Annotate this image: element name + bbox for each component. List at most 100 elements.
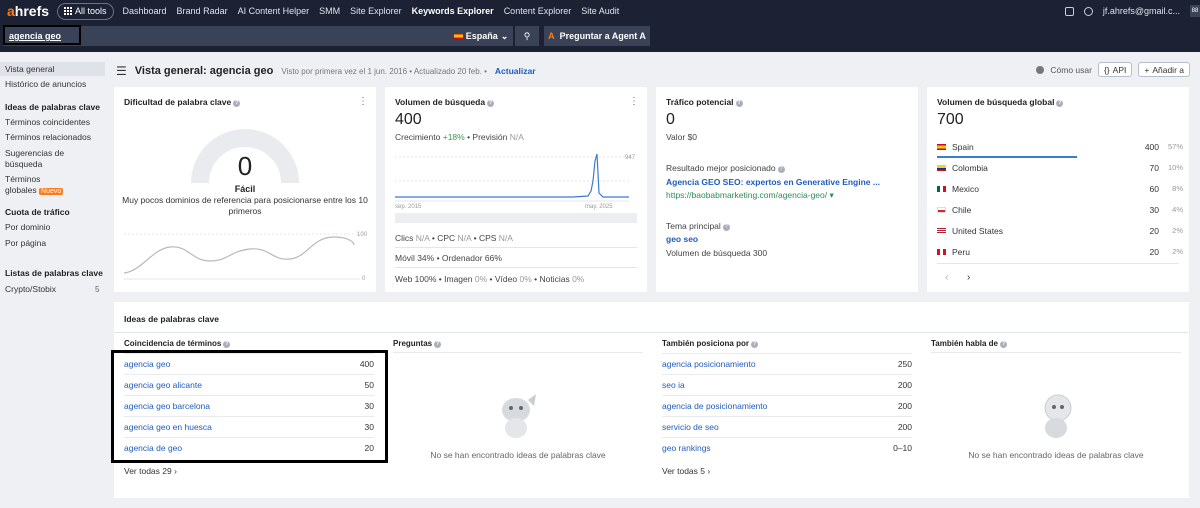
sidebar-item-sugerencias[interactable]: Sugerencias de búsqueda [5, 148, 80, 170]
keyword-link[interactable]: agencia de posicionamiento [662, 401, 767, 411]
clicks-value: N/A [415, 233, 430, 243]
notification-badge[interactable]: 88 [1190, 5, 1200, 17]
sidebar-item-por-pagina[interactable]: Por página [5, 238, 46, 249]
colombia-flag-icon [937, 164, 946, 171]
ahrefs-logo[interactable]: ahrefs [7, 3, 53, 19]
sidebar-item-terminos-relacionados[interactable]: Términos relacionados [5, 132, 91, 143]
sidebar-item-terminos-coincidentes[interactable]: Términos coincidentes [5, 117, 90, 128]
nav-site-audit[interactable]: Site Audit [581, 6, 619, 16]
keyword-link[interactable]: seo ia [662, 380, 685, 390]
update-link[interactable]: Actualizar [495, 66, 536, 76]
ask-agent-button[interactable]: A Preguntar a Agent A [544, 26, 650, 46]
country-volume: 400 [1144, 141, 1159, 152]
country-percent: 4% [1172, 205, 1183, 214]
country-volume: 70 [1149, 162, 1159, 173]
country-row-us[interactable]: United States 20 2% [937, 220, 1183, 241]
keyword-row[interactable]: agencia posicionamiento 250 [662, 353, 912, 374]
country-row-colombia[interactable]: Colombia 70 10% [937, 157, 1183, 178]
device-row: Móvil 34% • Ordenador 66% [395, 253, 502, 263]
also-rank-title-text: También posiciona por [662, 339, 749, 348]
country-row-spain[interactable]: Spain 400 57% [937, 136, 1183, 157]
sidebar-item-vista-general[interactable]: Vista general [5, 64, 54, 75]
divider [937, 263, 1179, 264]
help-icon[interactable]: ? [735, 100, 743, 107]
video-share: 0% [519, 274, 532, 284]
caret-down-icon[interactable]: ▾ [830, 190, 834, 200]
nav-content-explorer[interactable]: Content Explorer [504, 6, 572, 16]
menu-icon[interactable]: ☰ [116, 64, 127, 78]
all-tools-button[interactable]: All tools [57, 2, 114, 20]
chevron-right-icon: › [174, 466, 177, 476]
also-rank-title[interactable]: También posiciona por? [662, 339, 758, 348]
more-options-icon[interactable]: ⋮ [358, 96, 368, 107]
keyword-row[interactable]: seo ia 200 [662, 374, 912, 395]
video-label: Vídeo [494, 274, 518, 284]
questions-title[interactable]: Preguntas? [393, 339, 442, 348]
all-tools-label: All tools [75, 6, 107, 16]
country-volume: 20 [1149, 225, 1159, 236]
help-circle-icon [1036, 65, 1045, 74]
help-icon[interactable]: ? [777, 166, 785, 173]
nav-site-explorer[interactable]: Site Explorer [350, 6, 402, 16]
sidebar-item-por-dominio[interactable]: Por dominio [5, 222, 50, 233]
api-button[interactable]: {} API [1097, 62, 1133, 77]
help-icon[interactable] [1083, 6, 1093, 16]
matching-terms-title-text: Coincidencia de términos [124, 339, 222, 348]
help-icon[interactable]: ? [487, 100, 495, 107]
add-to-button[interactable]: + Añadir a [1138, 62, 1190, 77]
more-options-icon[interactable]: ⋮ [629, 96, 639, 107]
matching-terms-title[interactable]: Coincidencia de términos? [124, 339, 231, 348]
nav-smm[interactable]: SMM [319, 6, 340, 16]
keyword-row[interactable]: geo rankings 0–10 [662, 437, 912, 458]
topic-link[interactable]: geo seo [666, 234, 698, 244]
country-row-mexico[interactable]: Mexico 60 8% [937, 178, 1183, 199]
kd-description: Muy pocos dominios de referencia para po… [122, 195, 368, 216]
image-label: Imagen [444, 274, 473, 284]
keyword-link[interactable]: servicio de seo [662, 422, 719, 432]
sidebar-item-historico-anuncios[interactable]: Histórico de anuncios [5, 79, 86, 90]
keyword-link[interactable]: agencia posicionamiento [662, 359, 756, 369]
timeline-scrollbar[interactable] [395, 213, 637, 223]
questions-title-text: Preguntas [393, 339, 433, 348]
help-icon[interactable]: ? [1056, 100, 1064, 107]
keyword-row[interactable]: agencia de posicionamiento 200 [662, 395, 912, 416]
sidebar-item-crypto-stobix[interactable]: Crypto/Stobix [5, 284, 56, 295]
nav-ai-content-helper[interactable]: AI Content Helper [238, 6, 310, 16]
chevron-right-icon: › [707, 466, 711, 476]
keyword-link[interactable]: geo rankings [662, 443, 711, 453]
help-icon[interactable]: ? [223, 341, 231, 348]
nav-brand-radar[interactable]: Brand Radar [177, 6, 228, 16]
divider [114, 332, 1189, 333]
news-share: 0% [572, 274, 585, 284]
search-button[interactable]: ⚲ [515, 26, 539, 46]
help-icon[interactable]: ? [750, 341, 758, 348]
chevron-right-icon[interactable]: › [967, 272, 970, 283]
chevron-left-icon[interactable]: ‹ [945, 272, 948, 283]
how-to-use-link[interactable]: Cómo usar [1050, 65, 1092, 75]
country-percent: 8% [1172, 184, 1183, 193]
global-title: Volumen de búsqueda global? [937, 97, 1064, 107]
help-icon[interactable]: ? [722, 224, 730, 231]
country-percent: 10% [1167, 163, 1183, 172]
sidebar-item-terminos-globales[interactable]: Términos globales Nuevo [5, 174, 65, 197]
nav-dashboard[interactable]: Dashboard [123, 6, 167, 16]
keyword-row[interactable]: servicio de seo 200 [662, 416, 912, 437]
best-result-url[interactable]: https://baobabmarketing.com/agencia-geo/… [666, 190, 834, 201]
ask-agent-label: Preguntar a Agent A [559, 31, 646, 41]
clicks-row: Clics N/A • CPC N/A • CPS N/A [395, 233, 513, 243]
monitor-icon[interactable] [1064, 6, 1074, 16]
best-result-title[interactable]: Agencia GEO SEO: expertos en Generative … [666, 177, 880, 187]
view-all-also-rank-link[interactable]: Ver todas 5 › [662, 466, 710, 476]
country-row-peru[interactable]: Peru 20 2% [937, 241, 1183, 262]
help-icon[interactable]: ? [233, 100, 241, 107]
view-all-matching-link[interactable]: Ver todas 29 › [124, 466, 177, 476]
country-select[interactable]: España ⌄ [449, 26, 513, 46]
country-row-chile[interactable]: Chile 30 4% [937, 199, 1183, 220]
help-icon[interactable]: ? [434, 341, 442, 348]
nav-keywords-explorer[interactable]: Keywords Explorer [412, 6, 494, 16]
volume-title: Volumen de búsqueda? [395, 97, 495, 107]
also-talk-title[interactable]: También habla de? [931, 339, 1007, 348]
top-nav: ahrefs All tools Dashboard Brand Radar A… [0, 0, 1200, 22]
help-icon[interactable]: ? [999, 341, 1007, 348]
user-menu[interactable]: jf.ahrefs@gmail.c... [1103, 6, 1180, 16]
